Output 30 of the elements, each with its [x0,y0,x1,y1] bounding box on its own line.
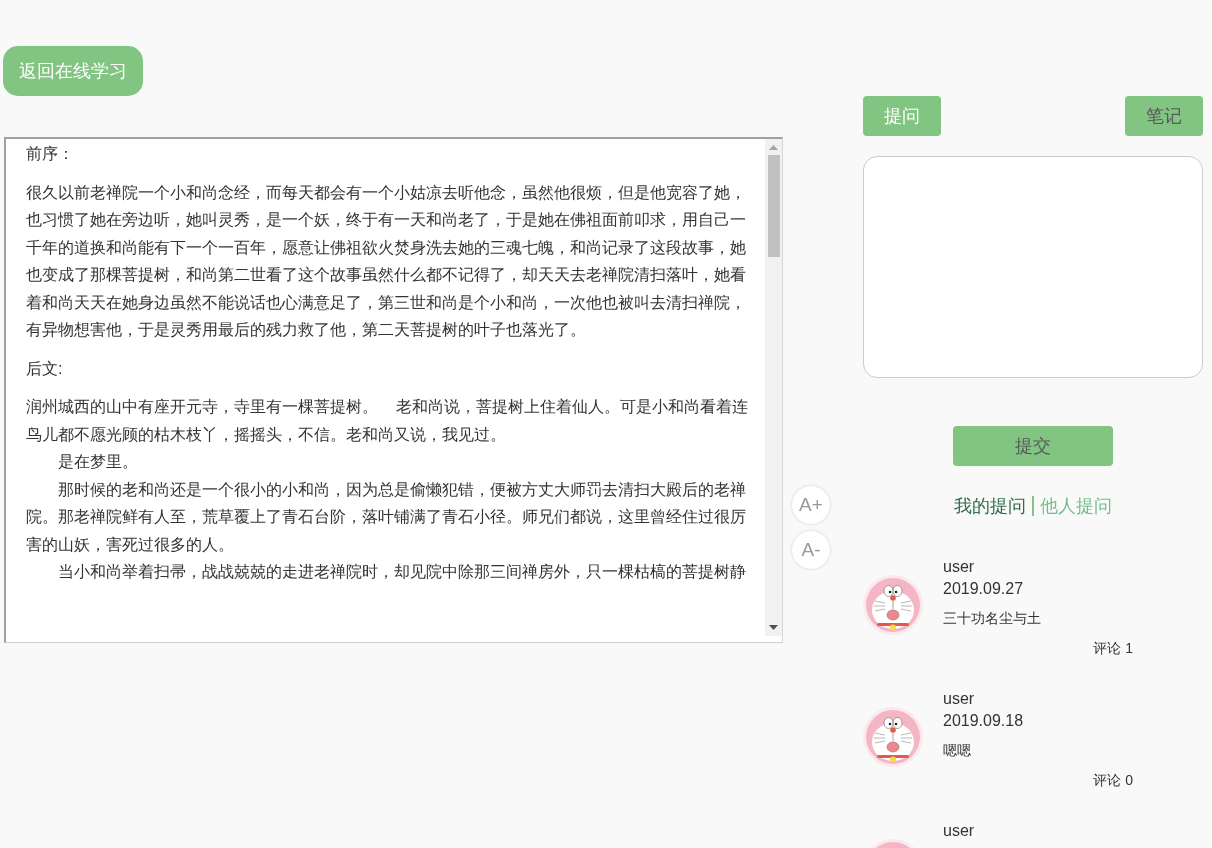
question-input[interactable] [863,156,1203,378]
passage-text: 那时候的老和尚还是一个很小的小和尚，因为总是偷懒犯错，便被方丈大师罚去清扫大殿后的老禅院。那老禅院鲜有人至，荒草覆上了青石台阶，落叶铺满了青石小径。师兄们都说，这里曾经住过很厉害的山妖，害死过很多的人。 [26,479,747,555]
panel-tab[interactable]: 提问 [863,96,941,136]
passage-text: 润州城西的山中有座开元寺，寺里有一棵菩提树。 老和尚说，菩提树上住着仙人。可是小和尚看着连鸟儿都不愿光顾的枯木枝丫，摇摇头，不信。老和尚又说，我见过。 [26,397,749,445]
filter-tab[interactable]: 我的提问 [954,496,1026,516]
panel-tab[interactable]: 笔记 [1125,96,1203,136]
scrollbar-thumb[interactable] [767,155,780,257]
back-button[interactable]: 返回在线学习 [3,46,143,96]
font-size-button[interactable]: A- [792,531,830,569]
font-size-button[interactable]: A+ [792,486,830,524]
question-date: 2019.09.27 [943,579,1024,599]
user-name: user [943,689,975,709]
passage-text: 是在梦里。 [57,452,139,472]
comment-count[interactable]: 评论 0 [1093,769,1133,791]
passage-text: 很久以前老禅院一个小和尚念经，而每天都会有一个小姑凉去听他念，虽然他很烦，但是他宽容了她，也习惯了她在旁边听，她叫灵秀，是一个妖，终于有一天和尚老了，于是她在佛祖面前叩求，用自己一千年的道换和尚能有下一个一百年，愿意让佛祖欲火焚身洗去她的三魂七魄，和尚记录了这段故事，她也变成了那棵菩提树，和尚第二世看了这个故事虽然什么都不记得了，却天天去老禅院清扫落叶，她看着和尚天天在她身边虽然不能说话也心满意足了，第三世和尚是个小和尚，一次他也被叫去清扫禅院，有异物想害他，于是灵秀用最后的残力救了他，第二天菩提树的叶子也落光了。 [26,182,747,340]
passage-text: 后文: [26,358,64,379]
cartoon-avatar-icon [863,707,923,767]
filter-tab[interactable]: 他人提问 [1040,496,1112,516]
cartoon-avatar-icon [863,575,923,635]
question-date: 2019.09.18 [943,711,1024,731]
scroll-down-arrow-icon[interactable] [769,625,778,630]
scroll-up-arrow-icon[interactable] [769,145,778,150]
user-name: user [943,821,975,841]
scrollbar[interactable] [765,139,782,636]
question-text: 嗯嗯 [943,741,971,760]
passage-text: 当小和尚举着扫帚，战战兢兢的走进老禅院时，却见院中除那三间禅房外，只一棵枯槁的菩提树静 [57,562,747,582]
passage-text: 前序： [26,144,75,164]
question-text: 三十功名尘与土 [943,609,1041,628]
user-name: user [943,557,975,577]
comment-count[interactable]: 评论 1 [1093,637,1133,659]
